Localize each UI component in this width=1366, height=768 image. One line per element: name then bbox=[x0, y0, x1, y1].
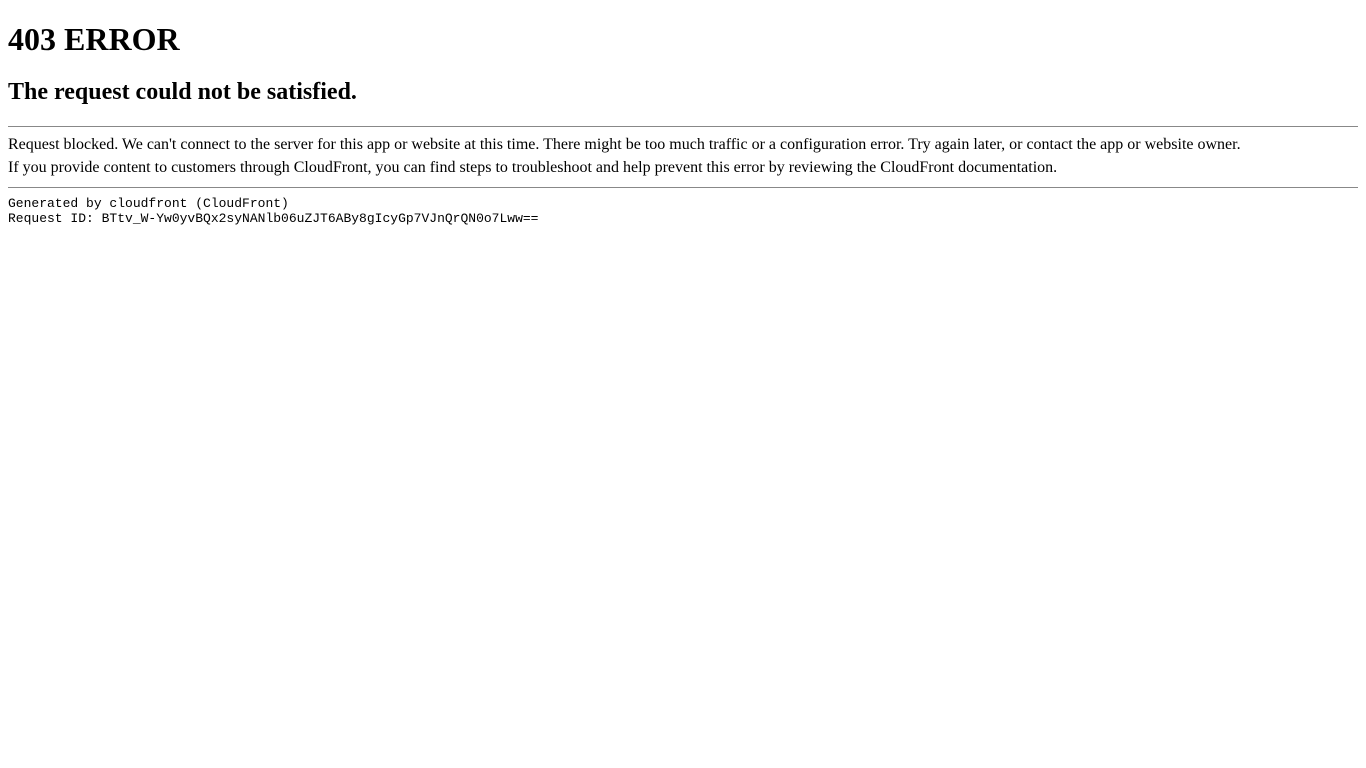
request-id-line: Request ID: BTtv_W-Yw0yvBQx2syNANlb06uZJ… bbox=[8, 211, 539, 226]
error-message-line-2: If you provide content to customers thro… bbox=[8, 158, 1358, 179]
divider-top bbox=[8, 126, 1358, 127]
divider-bottom bbox=[8, 187, 1358, 188]
error-heading: 403 ERROR bbox=[8, 21, 1358, 58]
error-message-line-1: Request blocked. We can't connect to the… bbox=[8, 135, 1358, 156]
request-metadata: Generated by cloudfront (CloudFront) Req… bbox=[8, 196, 1358, 226]
error-subheading: The request could not be satisfied. bbox=[8, 79, 1358, 106]
generated-by-line: Generated by cloudfront (CloudFront) bbox=[8, 196, 289, 211]
